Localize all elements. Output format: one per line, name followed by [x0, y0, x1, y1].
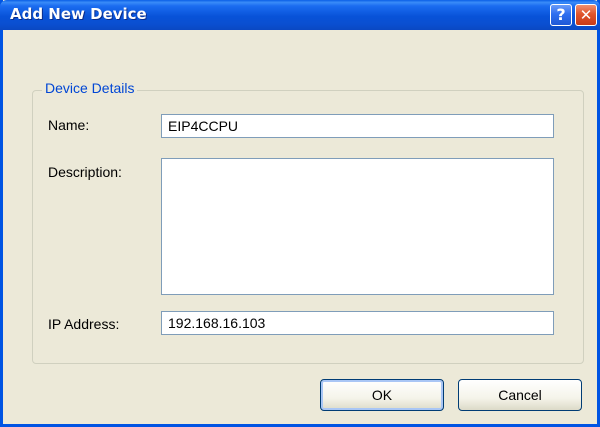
cancel-button[interactable]: Cancel	[458, 379, 582, 411]
dialog-title: Add New Device	[10, 5, 147, 23]
ok-button[interactable]: OK	[320, 379, 444, 411]
description-field[interactable]	[161, 158, 554, 295]
title-bar[interactable]: Add New Device ? ✕	[0, 0, 600, 30]
question-mark-icon: ?	[556, 5, 566, 24]
name-label: Name:	[48, 117, 90, 133]
ip-address-field[interactable]: 192.168.16.103	[161, 311, 554, 335]
ip-address-label: IP Address:	[48, 316, 120, 332]
close-icon: ✕	[579, 6, 593, 24]
device-details-legend: Device Details	[42, 80, 138, 96]
close-button[interactable]: ✕	[575, 4, 597, 26]
name-field[interactable]: EIP4CCPU	[161, 114, 554, 138]
help-button[interactable]: ?	[550, 4, 572, 26]
description-label: Description:	[48, 164, 122, 180]
